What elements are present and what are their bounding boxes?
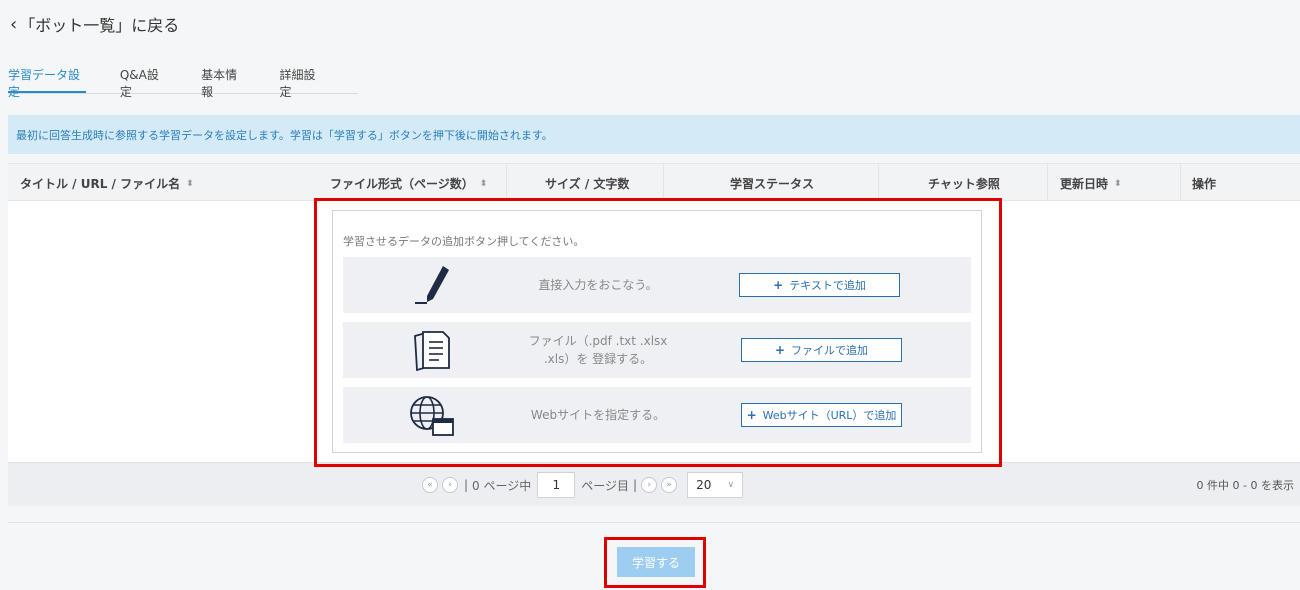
column-separator (663, 164, 664, 201)
add-website-button[interactable]: + Webサイト（URL）で追加 (741, 403, 902, 427)
info-banner: 最初に回答生成時に参照する学習データを設定します。学習は「学習する」ボタンを押下… (8, 115, 1300, 154)
add-option-text: 直接入力をおこなう。 + テキストで追加 (343, 257, 971, 313)
column-header-updated-at[interactable]: 更新日時 ⬍ (1060, 175, 1122, 192)
tab-basic-info[interactable]: 基本情報 (201, 66, 245, 99)
tab-learning-data[interactable]: 学習データ設定 (8, 66, 86, 99)
back-link-label: 「ボット一覧」に戻る (19, 16, 180, 35)
last-page-button[interactable]: » (661, 477, 678, 493)
column-header-size: サイズ / 文字数 (545, 177, 630, 191)
globe-window-icon (410, 396, 454, 436)
pagination-bar: « ‹ | 0 ページ中 ページ目 | › » 20 ∨ 0 件中 0 - 0 … (8, 462, 1300, 506)
tab-qa-settings[interactable]: Q&A設定 (120, 66, 167, 99)
chevron-down-icon: ∨ (727, 480, 735, 490)
back-to-bot-list-link[interactable]: ‹ 「ボット一覧」に戻る (10, 12, 179, 36)
per-page-select[interactable]: 20 ∨ (687, 472, 744, 498)
documents-icon (414, 330, 450, 372)
add-data-prompt: 学習させるデータの追加ボタン押してください。 (343, 235, 585, 248)
plus-icon: + (746, 408, 757, 422)
column-separator (506, 164, 507, 201)
column-header-learning-status: 学習ステータス (730, 177, 815, 191)
record-count-text: 0 件中 0 - 0 を表示 (1196, 479, 1294, 492)
pen-icon (415, 266, 449, 304)
add-data-panel: 学習させるデータの追加ボタン押してください。 直接入力をおこなう。 + テキスト… (332, 210, 982, 453)
pager-separator: | (464, 478, 469, 492)
plus-icon: + (774, 343, 786, 357)
add-option-text-description: 直接入力をおこなう。 (538, 278, 658, 292)
column-header-actions: 操作 (1192, 177, 1217, 191)
add-option-website: Webサイトを指定する。 + Webサイト（URL）で追加 (343, 387, 971, 443)
footer-divider (8, 522, 1300, 523)
chevron-left-icon: ‹ (10, 13, 18, 35)
add-option-website-description: Webサイトを指定する。 (530, 408, 666, 422)
settings-tabs: 学習データ設定 Q&A設定 基本情報 詳細設定 (8, 66, 358, 99)
sort-icon: ⬍ (186, 178, 194, 189)
prev-page-button[interactable]: ‹ (442, 477, 458, 493)
add-option-file: ファイル（.pdf .txt .xlsx .xls）を 登録する。 + ファイル… (343, 322, 971, 378)
page-suffix-text: ページ目 (581, 478, 630, 493)
first-page-button[interactable]: « (422, 477, 438, 493)
column-separator (1180, 164, 1181, 201)
current-page-input[interactable] (537, 472, 576, 498)
total-pages-text: 0 ページ中 (472, 478, 532, 493)
column-separator (878, 164, 879, 201)
add-text-button[interactable]: + テキストで追加 (739, 273, 900, 297)
column-header-chat-reference: チャット参照 (928, 177, 1000, 191)
next-page-button[interactable]: › (641, 477, 658, 493)
sort-icon: ⬍ (1114, 178, 1122, 189)
add-file-button[interactable]: + ファイルで追加 (741, 338, 902, 362)
tab-advanced-settings[interactable]: 詳細設定 (280, 66, 324, 99)
table-header: タイトル / URL / ファイル名 ⬍ ファイル形式（ページ数） ⬍ サイズ … (8, 164, 1300, 201)
learn-button[interactable]: 学習する (617, 547, 695, 577)
column-header-file-format[interactable]: ファイル形式（ページ数） ⬍ (330, 175, 487, 192)
column-header-title[interactable]: タイトル / URL / ファイル名 ⬍ (20, 175, 194, 192)
pager-separator: | (633, 478, 638, 492)
plus-icon: + (773, 278, 784, 292)
column-separator (1047, 164, 1048, 201)
add-option-file-description: ファイル（.pdf .txt .xlsx .xls）を 登録する。 (528, 334, 668, 366)
sort-icon: ⬍ (479, 178, 488, 189)
